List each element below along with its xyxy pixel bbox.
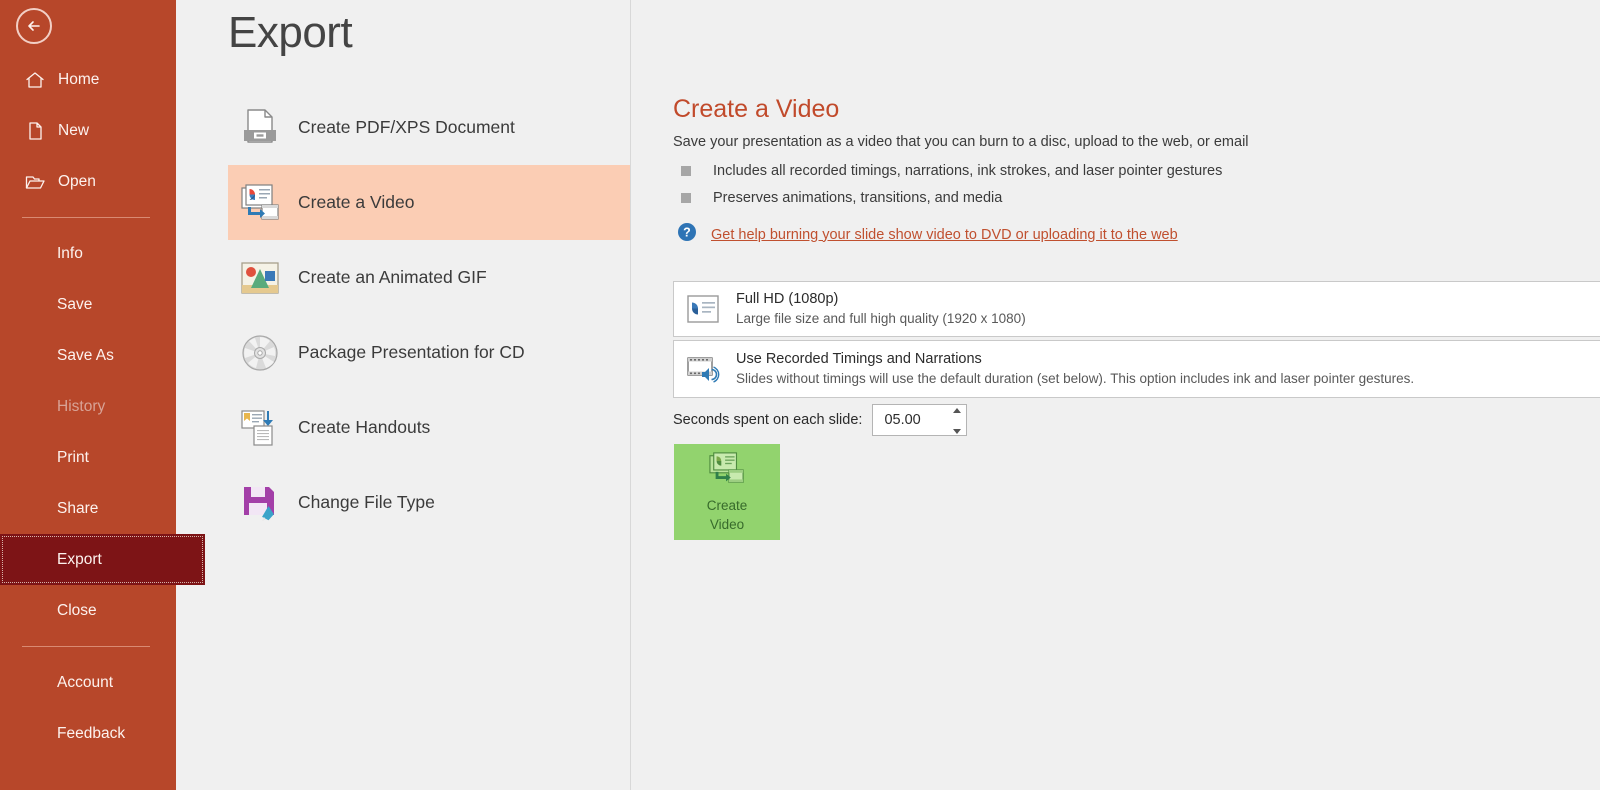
export-option-create-video[interactable]: Create a Video [228, 165, 630, 240]
dropdown-description: Slides without timings will use the defa… [736, 369, 1600, 389]
sidebar-divider-bottom [22, 646, 150, 647]
export-option-change-file-type[interactable]: Change File Type [228, 465, 630, 540]
sidebar-item-account[interactable]: Account [0, 657, 176, 708]
seconds-per-slide-label: Seconds spent on each slide: [673, 412, 862, 428]
save-file-type-icon [240, 481, 280, 525]
back-arrow-icon [24, 16, 44, 36]
bullet-square-icon [681, 166, 691, 176]
sidebar-item-label: Info [57, 245, 83, 263]
export-option-label: Create a Video [298, 192, 414, 213]
sidebar-item-print[interactable]: Print [0, 432, 176, 483]
create-video-button-line1: Create [707, 496, 748, 515]
recorded-timings-dropdown[interactable]: Use Recorded Timings and Narrations Slid… [673, 340, 1600, 398]
home-icon [22, 67, 48, 93]
dropdown-text: Use Recorded Timings and Narrations Slid… [736, 349, 1600, 389]
sidebar-item-label: History [57, 398, 105, 416]
sidebar-item-new[interactable]: New [0, 105, 176, 156]
detail-subtitle: Save your presentation as a video that y… [673, 134, 1249, 150]
bullet-text: Includes all recorded timings, narration… [713, 163, 1222, 179]
create-video-button-line2: Video [710, 515, 744, 534]
handouts-icon [240, 406, 280, 450]
sidebar-item-feedback[interactable]: Feedback [0, 708, 176, 759]
sidebar-item-label: Export [57, 551, 102, 569]
sidebar-item-label: Close [57, 602, 97, 620]
sidebar-item-history: History [0, 381, 176, 432]
folder-icon [22, 169, 48, 195]
stepper-down-icon[interactable] [953, 429, 961, 434]
help-question-icon: ? [677, 222, 697, 247]
create-video-detail-pane: Create a Video Save your presentation as… [673, 0, 1600, 790]
help-link[interactable]: Get help burning your slide show video t… [711, 227, 1178, 243]
export-option-label: Create PDF/XPS Document [298, 117, 515, 138]
video-icon [240, 181, 280, 225]
page-title: Export [228, 8, 352, 58]
column-divider [630, 0, 631, 790]
video-quality-dropdown[interactable]: Full HD (1080p) Large file size and full… [673, 281, 1600, 337]
seconds-per-slide-row: Seconds spent on each slide: 05.00 [673, 404, 967, 436]
detail-title: Create a Video [673, 95, 839, 124]
backstage-sidebar: Home New Open Info S [0, 0, 176, 790]
sidebar-item-save-as[interactable]: Save As [0, 330, 176, 381]
sidebar-item-share[interactable]: Share [0, 483, 176, 534]
help-link-row: ? Get help burning your slide show video… [673, 222, 1178, 247]
page-icon [22, 118, 48, 144]
animated-gif-icon [240, 256, 280, 300]
video-icon [707, 451, 747, 492]
sidebar-item-label: New [58, 122, 89, 140]
export-option-create-handouts[interactable]: Create Handouts [228, 390, 630, 465]
sidebar-item-save[interactable]: Save [0, 279, 176, 330]
sidebar-item-info[interactable]: Info [0, 228, 176, 279]
sidebar-item-label: Print [57, 449, 89, 467]
svg-text:?: ? [683, 226, 691, 240]
export-option-create-animated-gif[interactable]: Create an Animated GIF [228, 240, 630, 315]
sidebar-item-export[interactable]: Export [0, 534, 205, 585]
cd-disc-icon [240, 331, 280, 375]
sidebar-item-label: Open [58, 173, 96, 191]
sidebar-item-label: Feedback [57, 725, 125, 743]
sidebar-item-label: Account [57, 674, 113, 692]
slide-quality-icon [686, 292, 720, 326]
backstage-main: Export Create PDF/XPS Document [176, 0, 1600, 790]
film-audio-icon [686, 352, 720, 386]
export-option-package-for-cd[interactable]: Package Presentation for CD [228, 315, 630, 390]
seconds-value[interactable]: 05.00 [884, 412, 920, 428]
seconds-stepper[interactable]: 05.00 [872, 404, 967, 436]
sidebar-item-open[interactable]: Open [0, 156, 176, 207]
sidebar-item-label: Save As [57, 347, 114, 365]
list-item: Preserves animations, transitions, and m… [673, 184, 1222, 211]
export-option-create-pdf-xps[interactable]: Create PDF/XPS Document [228, 90, 630, 165]
sidebar-item-label: Save [57, 296, 92, 314]
pdf-document-icon [240, 106, 280, 150]
feature-bullet-list: Includes all recorded timings, narration… [673, 157, 1222, 211]
stepper-up-icon[interactable] [953, 408, 961, 413]
create-video-button[interactable]: Create Video [674, 444, 780, 540]
bullet-text: Preserves animations, transitions, and m… [713, 190, 1002, 206]
bullet-square-icon [681, 193, 691, 203]
sidebar-item-label: Share [57, 500, 98, 518]
list-item: Includes all recorded timings, narration… [673, 157, 1222, 184]
powerpoint-backstage-export: Home New Open Info S [0, 0, 1600, 790]
stepper-buttons [953, 408, 961, 434]
export-option-label: Change File Type [298, 492, 435, 513]
export-option-label: Package Presentation for CD [298, 342, 525, 363]
export-options-list: Create PDF/XPS Document [228, 90, 630, 790]
sidebar-item-home[interactable]: Home [0, 54, 176, 105]
sidebar-divider-top [22, 217, 150, 218]
sidebar-item-label: Home [58, 71, 99, 89]
dropdown-description: Large file size and full high quality (1… [736, 309, 1600, 329]
export-option-label: Create Handouts [298, 417, 430, 438]
dropdown-title: Use Recorded Timings and Narrations [736, 351, 982, 367]
dropdown-title: Full HD (1080p) [736, 291, 838, 307]
export-option-label: Create an Animated GIF [298, 267, 487, 288]
back-button[interactable] [16, 8, 52, 44]
sidebar-item-close[interactable]: Close [0, 585, 176, 636]
dropdown-text: Full HD (1080p) Large file size and full… [736, 289, 1600, 329]
